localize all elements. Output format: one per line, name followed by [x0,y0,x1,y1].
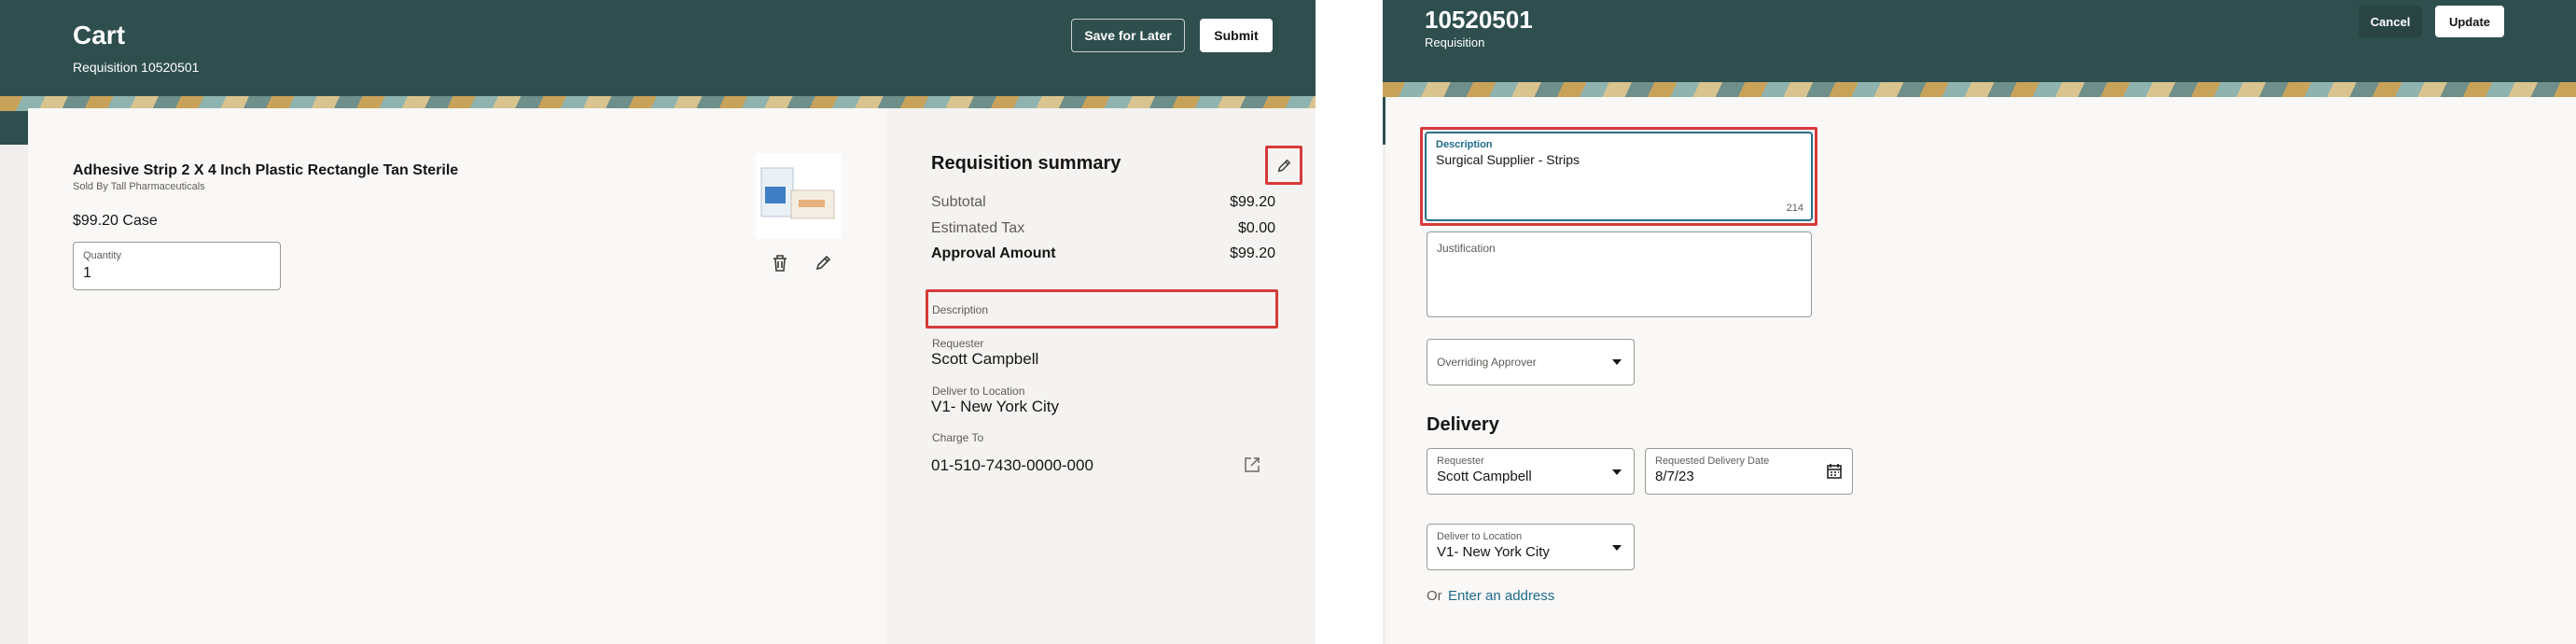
description-field[interactable]: Description Surgical Supplier - Strips 2… [1425,132,1813,221]
chevron-down-icon[interactable] [1609,355,1624,370]
description-value[interactable]: Surgical Supplier - Strips [1436,152,1580,167]
enter-address-link[interactable]: Enter an address [1448,588,1554,604]
product-image[interactable] [756,153,842,239]
pencil-icon[interactable] [812,252,834,274]
cart-panel: Cart Requisition 10520501 Save for Later… [0,0,1316,644]
description-char-count: 214 [1786,203,1803,214]
deliver-location-label: Deliver to Location [932,385,1025,398]
tax-value: $0.00 [1237,220,1275,236]
description-label: Description [1436,139,1493,150]
deliver-location-select[interactable]: Deliver to Location V1- New York City [1427,524,1635,570]
requester-value[interactable]: Scott Campbell [1437,469,1532,484]
page-title: 10520501 [1425,6,1533,34]
pencil-icon[interactable] [1273,155,1295,177]
item-price: $99.20 Case [73,213,158,229]
requester-label: Requester [932,337,984,350]
subtotal-label: Subtotal [931,194,986,210]
submit-button[interactable]: Submit [1200,19,1273,52]
tax-label: Estimated Tax [931,220,1025,236]
quantity-value[interactable]: 1 [83,265,91,282]
approval-label: Approval Amount [931,245,1056,261]
item-name[interactable]: Adhesive Strip 2 X 4 Inch Plastic Rectan… [73,162,458,179]
charge-to-label: Charge To [932,431,984,444]
update-button[interactable]: Update [2435,6,2504,37]
requested-delivery-date-value[interactable]: 8/7/23 [1655,469,1694,484]
justification-label: Justification [1437,242,1496,255]
delivery-heading: Delivery [1427,414,1499,435]
chevron-down-icon[interactable] [1609,540,1624,555]
requisition-panel: 10520501 Requisition Cancel Update Descr… [1383,0,2576,644]
justification-field[interactable]: Justification [1427,231,1812,317]
requester-value: Scott Campbell [931,350,1039,368]
page-title: Cart [73,21,126,49]
decorative-banner [1383,82,2576,97]
trash-icon[interactable] [769,252,791,274]
approval-value: $99.20 [1230,245,1275,261]
requester-select[interactable]: Requester Scott Campbell [1427,448,1635,495]
requisition-summary-pane: Requisition summary Subtotal $99.20 Esti… [886,108,1316,644]
overriding-approver-select[interactable]: Overriding Approver [1427,339,1635,385]
external-link-icon[interactable] [1241,454,1263,476]
requested-delivery-date-field[interactable]: Requested Delivery Date 8/7/23 [1645,448,1853,495]
deliver-location-value: V1- New York City [931,398,1059,415]
page-subtitle: Requisition [1425,35,1485,49]
cancel-button[interactable]: Cancel [2359,6,2422,37]
overriding-approver-label: Overriding Approver [1437,356,1537,369]
or-label: Or [1427,588,1442,604]
deliver-location-label: Deliver to Location [1437,531,1523,542]
chevron-down-icon[interactable] [1609,465,1624,480]
page-subtitle: Requisition 10520501 [73,60,200,75]
calendar-icon[interactable] [1824,461,1845,482]
subtotal-value: $99.20 [1230,194,1275,210]
deliver-location-value[interactable]: V1- New York City [1437,544,1550,560]
cart-card: Adhesive Strip 2 X 4 Inch Plastic Rectan… [28,108,1316,644]
charge-to-value: 01-510-7430-0000-000 [931,456,1093,474]
quantity-field[interactable]: Quantity 1 [73,242,281,290]
requisition-form-card: Description Surgical Supplier - Strips 2… [1385,97,2576,644]
save-for-later-button[interactable]: Save for Later [1071,19,1185,52]
summary-title: Requisition summary [931,153,1121,174]
quantity-label: Quantity [83,250,121,261]
item-seller: Sold By Tall Pharmaceuticals [73,181,205,192]
description-label[interactable]: Description [932,303,988,316]
requested-delivery-date-label: Requested Delivery Date [1655,455,1770,467]
requester-label: Requester [1437,455,1484,467]
